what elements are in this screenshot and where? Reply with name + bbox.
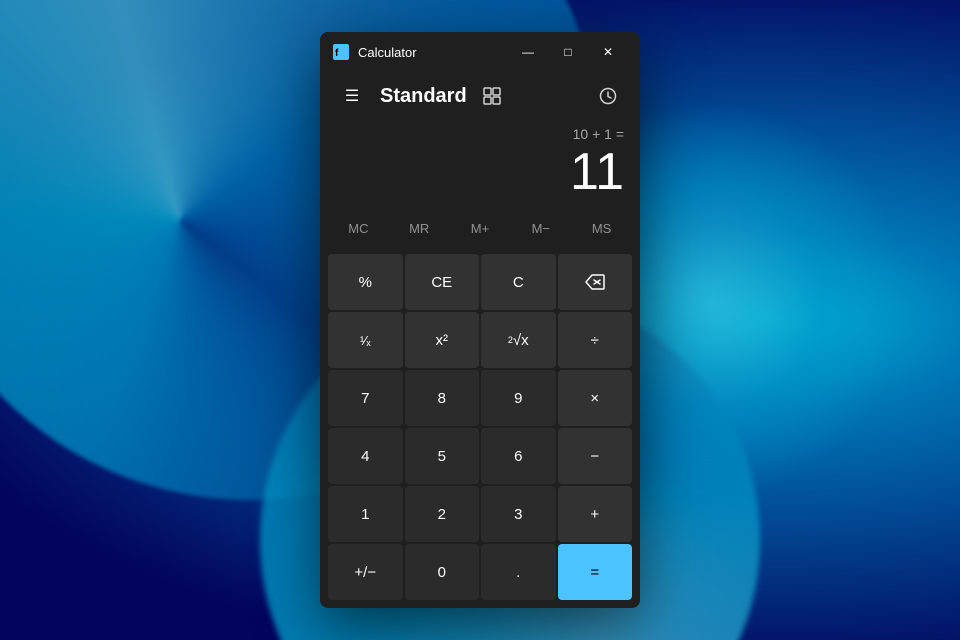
app-icon: f [332,43,350,61]
plus-minus-button[interactable]: +/− [328,544,403,600]
title-controls: — □ ✕ [508,37,628,67]
minimize-button[interactable]: — [508,37,548,67]
calc-display: 10 + 1 = 11 [320,116,640,206]
eight-button[interactable]: 8 [405,370,480,426]
subtract-button[interactable]: − [558,428,633,484]
calc-header: ☰ Standard [320,72,640,116]
add-button[interactable]: + [558,486,633,542]
history-button[interactable] [592,80,624,112]
memory-add-button[interactable]: M+ [450,210,511,246]
six-button[interactable]: 6 [481,428,556,484]
reciprocal-button[interactable]: ¹⁄ₓ [328,312,403,368]
maximize-button[interactable]: □ [548,37,588,67]
seven-button[interactable]: 7 [328,370,403,426]
mode-icon[interactable] [479,83,505,109]
calculator-window: f Calculator — □ ✕ ☰ Standard [320,32,640,608]
decimal-button[interactable]: . [481,544,556,600]
equals-button[interactable]: = [558,544,633,600]
backspace-button[interactable] [558,254,633,310]
buttons-grid: % CE C ¹⁄ₓ x² 2√x ÷ 7 8 9 × 4 5 6 − 1 2 … [320,250,640,608]
five-button[interactable]: 5 [405,428,480,484]
menu-button[interactable]: ☰ [336,80,368,112]
sqrt-button[interactable]: 2√x [481,312,556,368]
window-title: Calculator [358,45,417,60]
four-button[interactable]: 4 [328,428,403,484]
percent-button[interactable]: % [328,254,403,310]
two-button[interactable]: 2 [405,486,480,542]
memory-store-button[interactable]: MS [571,210,632,246]
memory-subtract-button[interactable]: M− [510,210,571,246]
multiply-button[interactable]: × [558,370,633,426]
title-left: f Calculator [332,43,417,61]
clear-entry-button[interactable]: CE [405,254,480,310]
one-button[interactable]: 1 [328,486,403,542]
memory-row: MC MR M+ M− MS [320,206,640,250]
result: 11 [336,146,624,198]
title-bar: f Calculator — □ ✕ [320,32,640,72]
mode-title: Standard [380,85,467,108]
clear-button[interactable]: C [481,254,556,310]
memory-clear-button[interactable]: MC [328,210,389,246]
three-button[interactable]: 3 [481,486,556,542]
close-button[interactable]: ✕ [588,37,628,67]
square-button[interactable]: x² [405,312,480,368]
zero-button[interactable]: 0 [405,544,480,600]
divide-button[interactable]: ÷ [558,312,633,368]
nine-button[interactable]: 9 [481,370,556,426]
expression: 10 + 1 = [336,126,624,142]
header-left: ☰ Standard [336,80,505,112]
memory-recall-button[interactable]: MR [389,210,450,246]
